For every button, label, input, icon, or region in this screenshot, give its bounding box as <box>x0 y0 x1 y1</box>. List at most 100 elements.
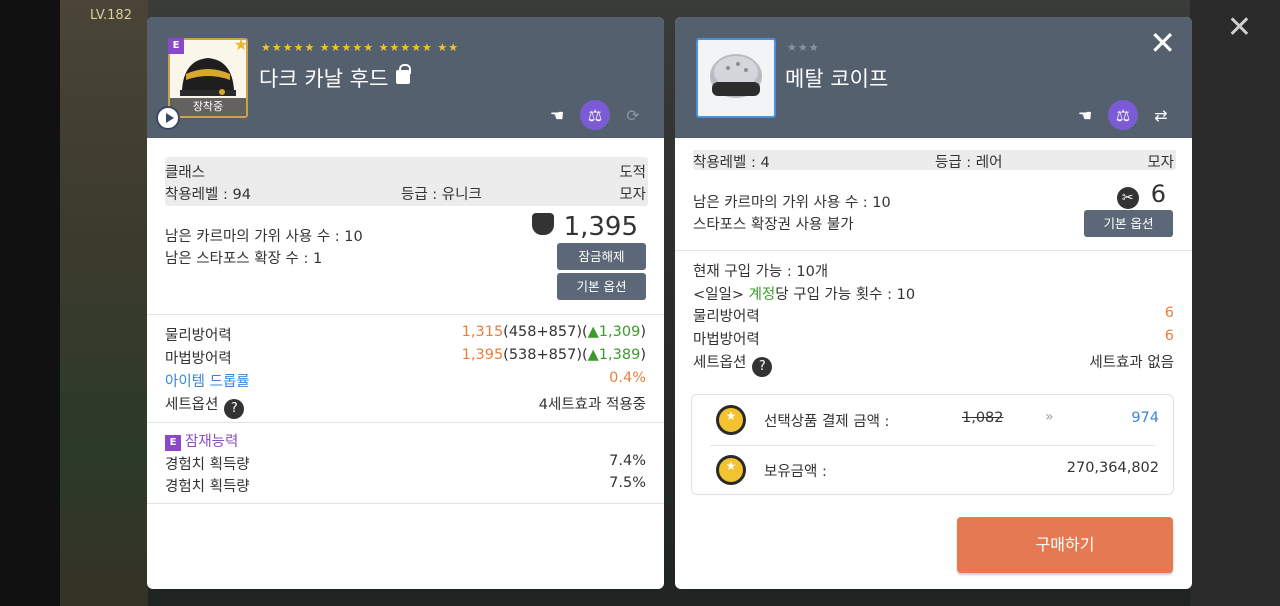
stat-row: 마법방어력 6 <box>693 328 1174 349</box>
close-icon[interactable]: ✕ <box>1149 27 1176 59</box>
class-label: 클래스 <box>165 165 206 181</box>
unlock-button[interactable]: 잠금해제 <box>557 243 646 270</box>
grade-badge: E <box>168 38 184 54</box>
shield-icon <box>531 213 554 235</box>
potential-title-text: 잠재능력 <box>185 434 239 450</box>
meso-coin-icon <box>716 405 746 435</box>
metal-coif-icon <box>710 54 762 98</box>
purchase-limit: <일일> 계정당 구입 가능 횟수 : 10 <box>693 283 1174 304</box>
stat-label: 마법방어력 <box>165 351 232 367</box>
scale-icon[interactable]: ⚖ <box>1108 100 1138 130</box>
final-price: 974 <box>1131 410 1159 426</box>
arrow-icon: » <box>1045 409 1054 425</box>
buy-button[interactable]: 구매하기 <box>957 517 1173 573</box>
lock-icon <box>396 64 412 84</box>
header-icon-group: ☚ ⚖ ⟳ <box>542 100 648 130</box>
original-price: 1,082 <box>962 410 1004 426</box>
item-title-text: 다크 카날 후드 <box>259 67 389 91</box>
base-option-button[interactable]: 기본 옵션 <box>557 273 646 300</box>
dark-hood-icon <box>180 58 236 96</box>
stat-value: 4세트효과 적용중 <box>538 397 646 413</box>
stat-value: 0.4% <box>609 370 646 386</box>
background-close-icon: ✕ <box>1226 10 1252 45</box>
scissors-icon: ✂ <box>1116 187 1139 209</box>
stat-label: 마법방어력 <box>693 332 760 348</box>
equipped-item-panel: E ★ 장착중 ★★★★★ ★★★★★ ★★★★★ ★★ 다크 카날 후드 ☚ … <box>147 17 664 589</box>
item-icon-dark-hood[interactable]: E ★ 장착중 <box>168 35 249 118</box>
hand-icon[interactable]: ☚ <box>542 100 572 130</box>
scissors-uses: 남은 카르마의 가위 사용 수 : 10 <box>693 195 891 211</box>
stat-delta: ▲1,309 <box>587 324 641 340</box>
screen-edge-bar <box>0 0 60 606</box>
scissors-count: ✂ 6 <box>1116 180 1166 209</box>
exchange-icon[interactable]: ⇄ <box>1146 100 1176 130</box>
potential-label: 경험치 획득량 <box>165 479 250 495</box>
player-level: LV.182 <box>90 8 132 23</box>
stat-label: 세트옵션 <box>693 355 747 371</box>
stat-total: 1,395 <box>461 347 504 363</box>
help-icon[interactable]: ? <box>752 357 773 377</box>
power-display: 1,395 <box>531 212 638 242</box>
class-row: 클래스 도적 <box>165 161 646 182</box>
star-rating: ★★★ <box>787 41 820 54</box>
limit-highlight: 계정 <box>748 287 776 303</box>
item-title: 다크 카날 후드 <box>259 63 412 93</box>
stat-value: 6 <box>1164 328 1174 344</box>
scale-icon[interactable]: ⚖ <box>580 100 610 130</box>
shop-item-panel: ★★★ 메탈 코이프 ✕ ☚ ⚖ ⇄ 착용레벨 : 4 등급 : 레어 모자 남… <box>675 17 1192 589</box>
play-button[interactable] <box>156 106 180 130</box>
help-icon[interactable]: ? <box>224 399 245 419</box>
req-level: 착용레벨 : 94 <box>165 187 251 203</box>
selected-price-label: 선택상품 결제 금액 : <box>764 414 890 430</box>
purchase-available: 현재 구입 가능 : 10개 <box>693 264 829 280</box>
item-type: 모자 <box>1147 155 1174 171</box>
star-force-icon[interactable]: ⟳ <box>618 100 648 130</box>
stat-total: 1,315 <box>461 324 504 340</box>
item-icon-metal-coif[interactable] <box>696 38 776 118</box>
stat-value: 세트효과 없음 <box>1089 355 1174 371</box>
req-level: 착용레벨 : 4 <box>693 155 770 171</box>
stat-detail: (538+857)( <box>503 347 588 363</box>
item-title: 메탈 코이프 <box>785 67 889 91</box>
stat-label: 아이템 드롭률 <box>165 374 250 390</box>
owned-amount: 270,364,802 <box>1066 460 1159 476</box>
master-star-icon: ★ <box>233 35 249 54</box>
limit-suffix: 당 구입 가능 횟수 : 10 <box>775 287 916 303</box>
divider <box>147 314 664 315</box>
potential-line: 경험치 획득량 7.5% <box>165 475 646 496</box>
potential-line: 경험치 획득량 7.4% <box>165 453 646 474</box>
potential-title: E 잠재능력 <box>165 430 646 451</box>
stat-row: 세트옵션? 4세트효과 적용중 <box>165 393 646 419</box>
stat-value: 1,395(538+857)(▲1,389) <box>462 347 646 363</box>
stat-close: ) <box>640 347 646 363</box>
divider <box>675 250 1192 251</box>
power-value: 1,395 <box>563 212 638 242</box>
stat-row: 물리방어력 1,315(458+857)(▲1,309) <box>165 324 646 345</box>
divider <box>147 503 664 504</box>
owned-price-row: 보유금액 : 270,364,802 <box>692 445 1173 495</box>
potential-value: 7.5% <box>609 475 646 491</box>
level-row: 착용레벨 : 94 등급 : 유니크 모자 <box>165 183 646 204</box>
grade-text: 등급 : 레어 <box>935 155 1003 171</box>
game-scene-right <box>1190 0 1280 606</box>
stat-row: 마법방어력 1,395(538+857)(▲1,389) <box>165 347 646 368</box>
stat-label: 물리방어력 <box>165 328 232 344</box>
stat-value: 1,315(458+857)(▲1,309) <box>462 324 646 340</box>
base-option-button[interactable]: 기본 옵션 <box>1084 210 1173 237</box>
stat-row: 세트옵션? 세트효과 없음 <box>693 351 1174 377</box>
potential-grade-badge: E <box>165 435 181 451</box>
stat-close: ) <box>640 324 646 340</box>
owned-label: 보유금액 : <box>764 464 827 480</box>
stat-row: 물리방어력 6 <box>693 305 1174 326</box>
equipped-label: 장착중 <box>170 98 246 116</box>
potential-label: 경험치 획득량 <box>165 457 250 473</box>
stat-detail: (458+857)( <box>503 324 588 340</box>
divider <box>147 422 664 423</box>
meso-coin-icon <box>716 455 746 485</box>
grade-text: 등급 : 유니크 <box>401 187 482 203</box>
selected-price-row: 선택상품 결제 금액 : 1,082 » 974 <box>692 395 1173 445</box>
count-value: 6 <box>1150 180 1166 208</box>
hand-icon[interactable]: ☚ <box>1070 100 1100 130</box>
stat-label: 세트옵션 <box>165 397 219 413</box>
class-value: 도적 <box>619 165 646 181</box>
